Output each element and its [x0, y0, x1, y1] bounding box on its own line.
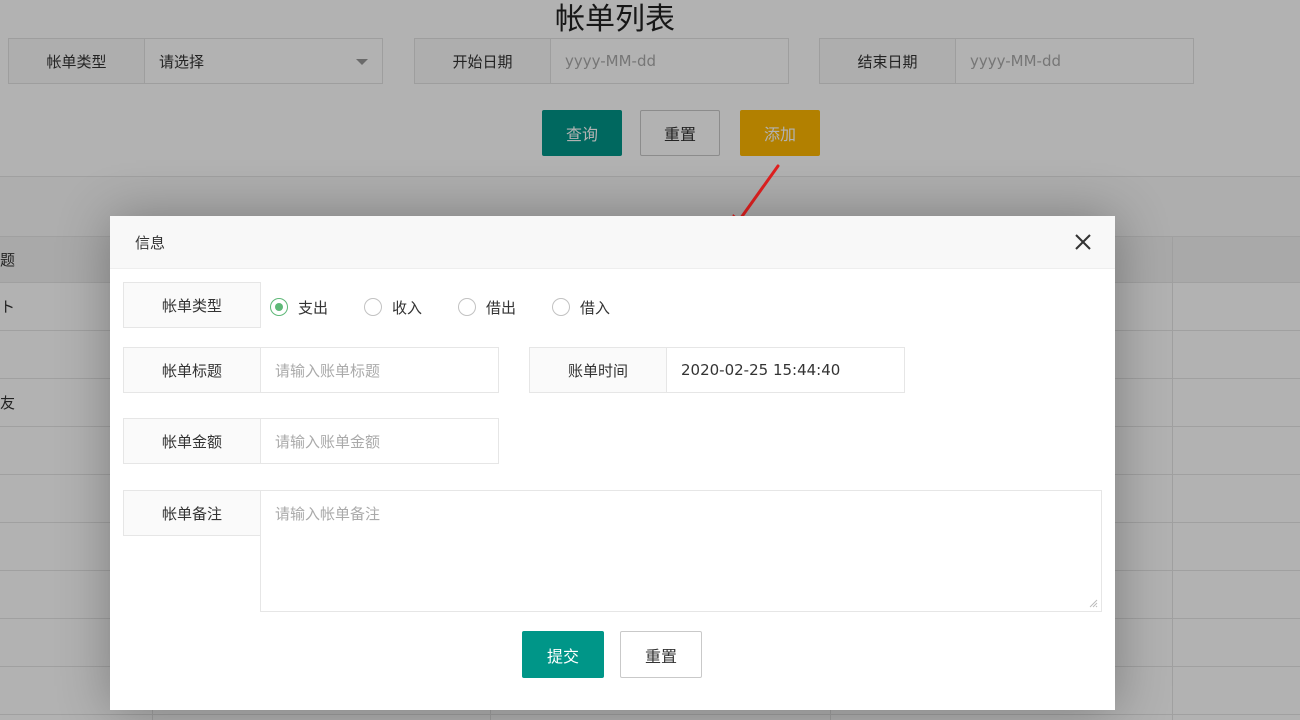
- bill-amount-row: 帐单金额 请输入账单金额: [123, 418, 499, 464]
- close-icon[interactable]: [1071, 230, 1095, 254]
- radio-unchecked-icon[interactable]: [552, 298, 571, 316]
- radio-label: 支出: [298, 298, 329, 317]
- bill-remark-row: 帐单备注 请输入帐单备注: [123, 490, 1102, 612]
- radio-unchecked-icon[interactable]: [364, 298, 383, 316]
- radio-lend[interactable]: 借出: [458, 297, 516, 318]
- bill-time-input[interactable]: 2020-02-25 15:44:40: [667, 347, 905, 393]
- form-label: 帐单标题: [123, 347, 261, 393]
- radio-income[interactable]: 收入: [364, 297, 422, 318]
- radio-unchecked-icon[interactable]: [458, 298, 477, 316]
- radio-label: 借入: [580, 298, 611, 317]
- bill-amount-input[interactable]: 请输入账单金额: [261, 418, 499, 464]
- resize-grip-icon[interactable]: [1088, 598, 1098, 608]
- dialog-header: 信息: [110, 216, 1115, 269]
- radio-label: 收入: [392, 298, 423, 317]
- bill-title-input[interactable]: 请输入账单标题: [261, 347, 499, 393]
- dialog-title: 信息: [135, 233, 166, 252]
- form-label: 账单时间: [529, 347, 667, 393]
- bill-remark-textarea[interactable]: 请输入帐单备注: [260, 490, 1102, 612]
- bill-type-radio-group: 支出 收入 借出 借入: [270, 296, 646, 318]
- submit-button[interactable]: 提交: [522, 631, 604, 678]
- bill-time-row: 账单时间 2020-02-25 15:44:40: [529, 347, 905, 393]
- form-reset-button[interactable]: 重置: [620, 631, 702, 678]
- form-label: 帐单金额: [123, 418, 261, 464]
- radio-expense[interactable]: 支出: [270, 297, 328, 318]
- form-label: 帐单备注: [123, 490, 261, 536]
- radio-borrow[interactable]: 借入: [552, 297, 610, 318]
- bill-type-row: 帐单类型: [123, 282, 261, 328]
- info-dialog: 信息 帐单类型 支出 收入 借出 借入 帐单标题 请输入账单标题 账单时间 20…: [110, 216, 1115, 710]
- bill-title-row: 帐单标题 请输入账单标题: [123, 347, 499, 393]
- form-label: 帐单类型: [123, 282, 261, 328]
- textarea-placeholder: 请输入帐单备注: [275, 505, 381, 523]
- radio-checked-icon[interactable]: [270, 298, 288, 316]
- radio-label: 借出: [486, 298, 517, 317]
